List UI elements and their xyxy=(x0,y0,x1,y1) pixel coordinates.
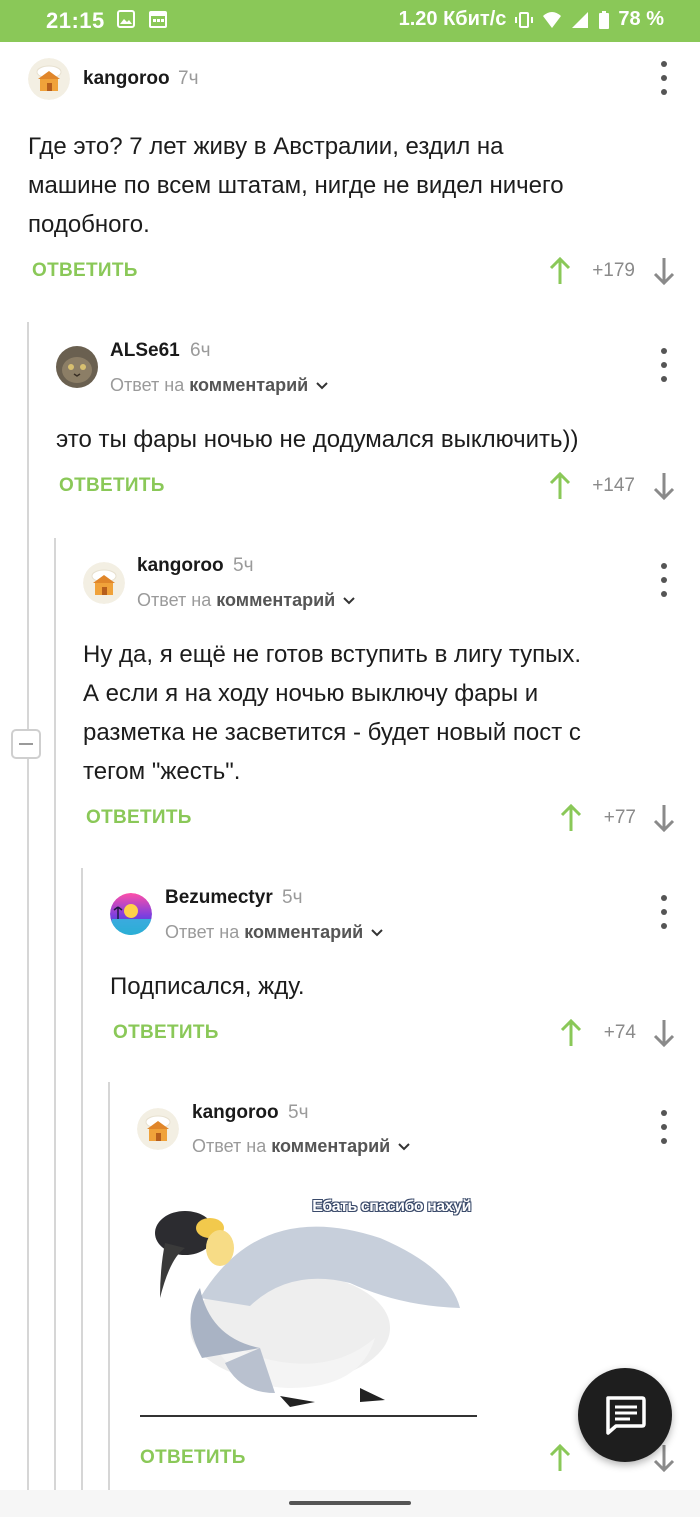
downvote-arrow-icon[interactable] xyxy=(652,471,676,501)
house-avatar-icon xyxy=(28,58,70,100)
reply-to-link[interactable]: Ответ на комментарий xyxy=(110,375,329,396)
comment-score: +147 xyxy=(592,475,635,496)
write-comment-button[interactable] xyxy=(578,1368,672,1462)
more-options-icon[interactable] xyxy=(652,348,676,382)
chevron-down-icon xyxy=(343,597,355,605)
thread-line-3 xyxy=(81,868,83,1490)
username[interactable]: Bezumectyr xyxy=(165,887,273,909)
reply-button[interactable]: ОТВЕТИТЬ xyxy=(32,260,138,282)
username[interactable]: kangoroo xyxy=(137,555,224,577)
upvote-arrow-icon[interactable] xyxy=(548,471,572,501)
collapse-thread-button[interactable] xyxy=(11,729,41,759)
avatar[interactable] xyxy=(28,58,70,100)
comment-text-line: это ты фары ночью не додумался выключить… xyxy=(56,426,579,453)
comment-text: это ты фары ночью не додумался выключить… xyxy=(56,420,676,459)
home-gesture-handle[interactable] xyxy=(289,1501,411,1505)
reply-button[interactable]: ОТВЕТИТЬ xyxy=(113,1022,219,1044)
comment-text-line: Ну да, я ещё не готов вступить в лигу ту… xyxy=(83,641,581,668)
comment-text-line: подобного. xyxy=(28,211,150,238)
comment-time: 5ч xyxy=(233,555,254,576)
comment-text: Где это? 7 лет живу в Австралии, ездил н… xyxy=(28,127,668,244)
comment-text-line: Где это? 7 лет живу в Австралии, ездил н… xyxy=(28,133,504,160)
thread-line-4 xyxy=(108,1082,110,1490)
reply-to-prefix: Ответ на xyxy=(137,590,212,610)
battery-icon xyxy=(599,10,610,29)
comment-text: Ну да, я ещё не готов вступить в лигу ту… xyxy=(83,635,683,791)
username[interactable]: kangoroo xyxy=(83,68,170,90)
avatar[interactable] xyxy=(137,1108,179,1150)
reply-to-link[interactable]: Ответ на комментарий xyxy=(165,922,384,943)
comment-time: 7ч xyxy=(178,68,199,89)
house-avatar-icon xyxy=(83,562,125,604)
network-speed: 1.20 Кбит/с xyxy=(398,8,507,30)
upvote-arrow-icon[interactable] xyxy=(548,1443,572,1473)
more-options-icon[interactable] xyxy=(652,1110,676,1144)
system-nav-bar xyxy=(0,1490,700,1517)
comment-score: +74 xyxy=(603,1022,636,1043)
reply-to-target: комментарий xyxy=(189,375,309,395)
comment-text-line: тегом "жесть". xyxy=(83,758,241,785)
calendar-icon xyxy=(149,11,167,28)
reply-to-target: комментарий xyxy=(216,590,336,610)
comment-text-line: А если я на ходу ночью выключу фары и xyxy=(83,680,539,707)
reply-to-prefix: Ответ на xyxy=(110,375,185,395)
battery-level: 78 % xyxy=(618,8,664,30)
reply-to-target: комментарий xyxy=(271,1136,391,1156)
status-time: 21:15 xyxy=(46,8,105,33)
more-options-icon[interactable] xyxy=(652,895,676,929)
chevron-down-icon xyxy=(371,929,383,937)
username[interactable]: kangoroo xyxy=(192,1102,279,1124)
status-left-icons xyxy=(116,9,168,29)
house-avatar-icon xyxy=(137,1108,179,1150)
downvote-arrow-icon[interactable] xyxy=(652,256,676,286)
comment-time: 5ч xyxy=(288,1102,309,1123)
more-options-icon[interactable] xyxy=(652,61,676,95)
signal-icon xyxy=(572,11,589,28)
downvote-arrow-icon[interactable] xyxy=(652,803,676,833)
reply-button[interactable]: ОТВЕТИТЬ xyxy=(140,1447,246,1469)
upvote-arrow-icon[interactable] xyxy=(548,256,572,286)
reply-button[interactable]: ОТВЕТИТЬ xyxy=(86,807,192,829)
downvote-arrow-icon[interactable] xyxy=(652,1018,676,1048)
image-caption: Ебать спасибо нахуй xyxy=(312,1198,471,1215)
reply-button[interactable]: ОТВЕТИТЬ xyxy=(59,475,165,497)
penguin-meme-image xyxy=(140,1211,477,1417)
reply-to-link[interactable]: Ответ на комментарий xyxy=(192,1136,411,1157)
vibrate-icon xyxy=(515,11,534,28)
avatar[interactable] xyxy=(56,346,98,388)
reply-to-prefix: Ответ на xyxy=(192,1136,267,1156)
thread-line-2 xyxy=(54,538,56,1490)
reply-to-target: комментарий xyxy=(244,922,364,942)
comment-text-line: Подписался, жду. xyxy=(110,973,305,1000)
chevron-down-icon xyxy=(398,1143,410,1151)
reply-to-link[interactable]: Ответ на комментарий xyxy=(137,590,356,611)
chevron-down-icon xyxy=(316,382,328,390)
comment-text-line: машине по всем штатам, нигде не видел ни… xyxy=(28,172,564,199)
gallery-icon xyxy=(117,10,135,28)
comment-text-line: разметка не засветится - будет новый пос… xyxy=(83,719,581,746)
comment-score: +77 xyxy=(603,807,636,828)
comment-image[interactable]: Ебать спасибо нахуй xyxy=(140,1188,477,1418)
status-right: 1.20 Кбит/с 78 % xyxy=(399,8,664,31)
wifi-icon xyxy=(543,11,562,28)
landscape-avatar-icon xyxy=(110,893,152,935)
more-options-icon[interactable] xyxy=(652,563,676,597)
comment-text: Подписался, жду. xyxy=(110,967,670,1006)
username[interactable]: ALSe61 xyxy=(110,340,180,362)
reply-to-prefix: Ответ на xyxy=(165,922,240,942)
comment-time: 5ч xyxy=(282,887,303,908)
cat-avatar-icon xyxy=(56,346,98,388)
chat-icon xyxy=(606,1396,646,1435)
comment-time: 6ч xyxy=(190,340,211,361)
thread-line-1 xyxy=(27,322,29,1490)
comment-score: +179 xyxy=(592,260,635,281)
avatar[interactable] xyxy=(83,562,125,604)
status-bar: 21:15 1.20 Кбит/с 78 % xyxy=(0,0,700,42)
avatar[interactable] xyxy=(110,893,152,935)
